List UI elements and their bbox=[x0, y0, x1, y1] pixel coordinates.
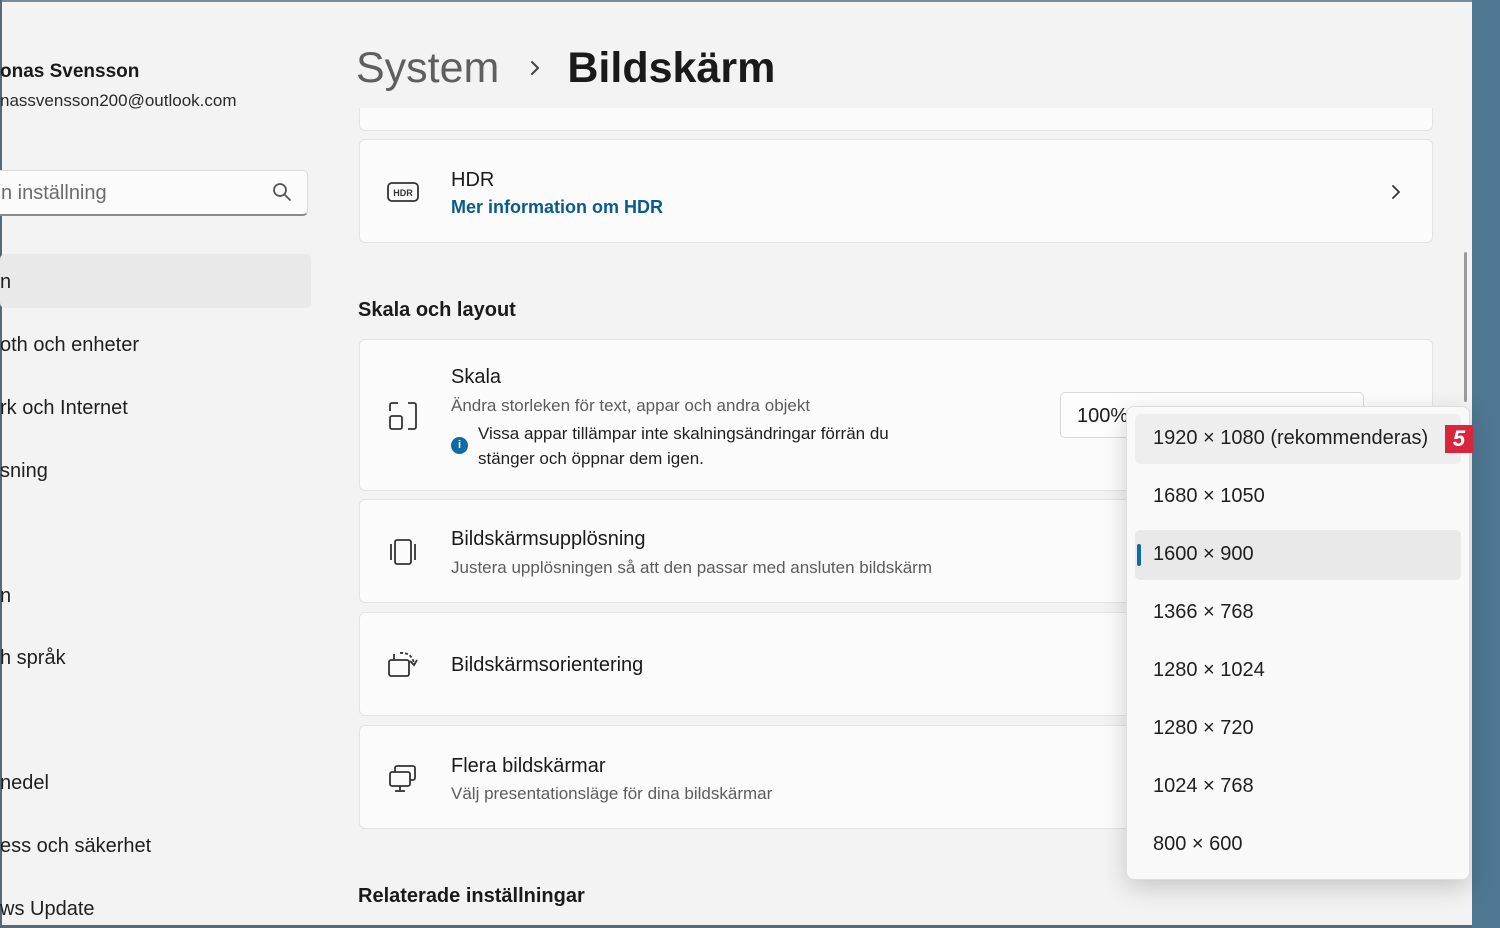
scrollbar-thumb[interactable] bbox=[1464, 252, 1467, 402]
hdr-info-link[interactable]: Mer information om HDR bbox=[451, 197, 663, 218]
svg-text:HDR: HDR bbox=[393, 188, 413, 198]
sidebar-item-selected-bg[interactable] bbox=[0, 254, 311, 308]
resolution-option[interactable]: 1280 × 1024 bbox=[1135, 646, 1461, 696]
selection-indicator bbox=[1137, 544, 1141, 566]
resolution-option[interactable]: 1280 × 720 bbox=[1135, 704, 1461, 754]
resolution-option-label: 1366 × 768 bbox=[1153, 601, 1254, 623]
chevron-right-icon bbox=[531, 61, 540, 75]
window-top-border bbox=[0, 0, 1472, 2]
search-input[interactable]: n inställning bbox=[0, 170, 308, 216]
multiple-displays-subtitle: Välj presentationsläge för dina bildskär… bbox=[451, 784, 773, 803]
resolution-option[interactable]: 1024 × 768 bbox=[1135, 762, 1461, 812]
sidebar-item-privacy[interactable]: ess och säkerhet bbox=[0, 835, 151, 858]
sidebar-item-language[interactable]: h språk bbox=[0, 647, 66, 670]
sidebar-item-network[interactable]: rk och Internet bbox=[0, 397, 128, 420]
sidebar-item-personalization[interactable]: sning bbox=[0, 460, 48, 483]
resolution-option-label: 1680 × 1050 bbox=[1153, 485, 1265, 507]
resolution-option[interactable]: 1920 × 1080 (rekommenderas) bbox=[1135, 414, 1461, 464]
desktop-edge bbox=[1472, 0, 1500, 928]
previous-card-bottom bbox=[359, 108, 1433, 131]
user-name: onas Svensson bbox=[0, 61, 140, 82]
search-placeholder: n inställning bbox=[1, 182, 107, 204]
resolution-title: Bildskärmsupplösning bbox=[451, 528, 646, 550]
resolution-option-label: 1280 × 720 bbox=[1153, 717, 1254, 739]
scale-title: Skala bbox=[451, 366, 502, 388]
chevron-right-icon bbox=[1392, 185, 1400, 199]
resolution-option-label: 1600 × 900 bbox=[1153, 543, 1254, 565]
resolution-dropdown-menu: 1920 × 1080 (rekommenderas) 1680 × 1050 … bbox=[1126, 406, 1470, 880]
step-number-badge: 5 bbox=[1445, 425, 1473, 453]
scale-info-line2: stänger och öppnar dem igen. bbox=[478, 449, 704, 468]
sidebar-item-bluetooth[interactable]: oth och enheter bbox=[0, 334, 139, 357]
resolution-icon bbox=[390, 539, 416, 565]
resolution-option[interactable]: 800 × 600 bbox=[1135, 820, 1461, 870]
breadcrumb: System Bildskärm bbox=[356, 40, 775, 96]
resolution-option-label: 1280 × 1024 bbox=[1153, 659, 1265, 681]
search-icon[interactable] bbox=[271, 181, 293, 203]
resolution-option-label: 1024 × 768 bbox=[1153, 775, 1254, 797]
resolution-option-selected[interactable]: 1600 × 900 bbox=[1135, 530, 1461, 580]
page-title: Bildskärm bbox=[567, 43, 776, 92]
orientation-title: Bildskärmsorientering bbox=[451, 654, 644, 676]
info-icon: i bbox=[451, 437, 468, 454]
section-title-scale-layout: Skala och layout bbox=[358, 299, 516, 321]
resolution-subtitle: Justera upplösningen så att den passar m… bbox=[451, 558, 933, 577]
scale-info-line1: Vissa appar tillämpar inte skalningsändr… bbox=[478, 424, 889, 443]
scale-icon bbox=[389, 402, 417, 430]
sidebar-item-windows-update[interactable]: ws Update bbox=[0, 898, 95, 921]
sidebar-item-system[interactable]: n bbox=[0, 271, 11, 294]
scale-subtitle: Ändra storleken för text, appar och andr… bbox=[451, 396, 811, 415]
resolution-option[interactable]: 1366 × 768 bbox=[1135, 588, 1461, 638]
multiple-displays-title: Flera bildskärmar bbox=[451, 755, 606, 777]
user-email: nassvensson200@outlook.com bbox=[0, 91, 237, 110]
resolution-option[interactable]: 1680 × 1050 bbox=[1135, 472, 1461, 522]
resolution-option-label: 800 × 600 bbox=[1153, 833, 1243, 855]
scale-value: 100% bbox=[1077, 405, 1129, 427]
sidebar-item-accessibility[interactable]: nedel bbox=[0, 772, 49, 795]
sidebar-item-time[interactable]: n bbox=[0, 585, 11, 608]
section-title-related-settings: Relaterade inställningar bbox=[358, 885, 585, 907]
hdr-title: HDR bbox=[451, 169, 495, 191]
orientation-icon bbox=[388, 652, 418, 677]
resolution-option-label: 1920 × 1080 (rekommenderas) bbox=[1153, 427, 1429, 449]
hdr-icon: HDR bbox=[387, 182, 419, 202]
multiple-displays-icon bbox=[389, 765, 416, 792]
hdr-card[interactable]: HDR HDR Mer information om HDR bbox=[359, 139, 1433, 243]
breadcrumb-parent[interactable]: System bbox=[356, 44, 499, 93]
